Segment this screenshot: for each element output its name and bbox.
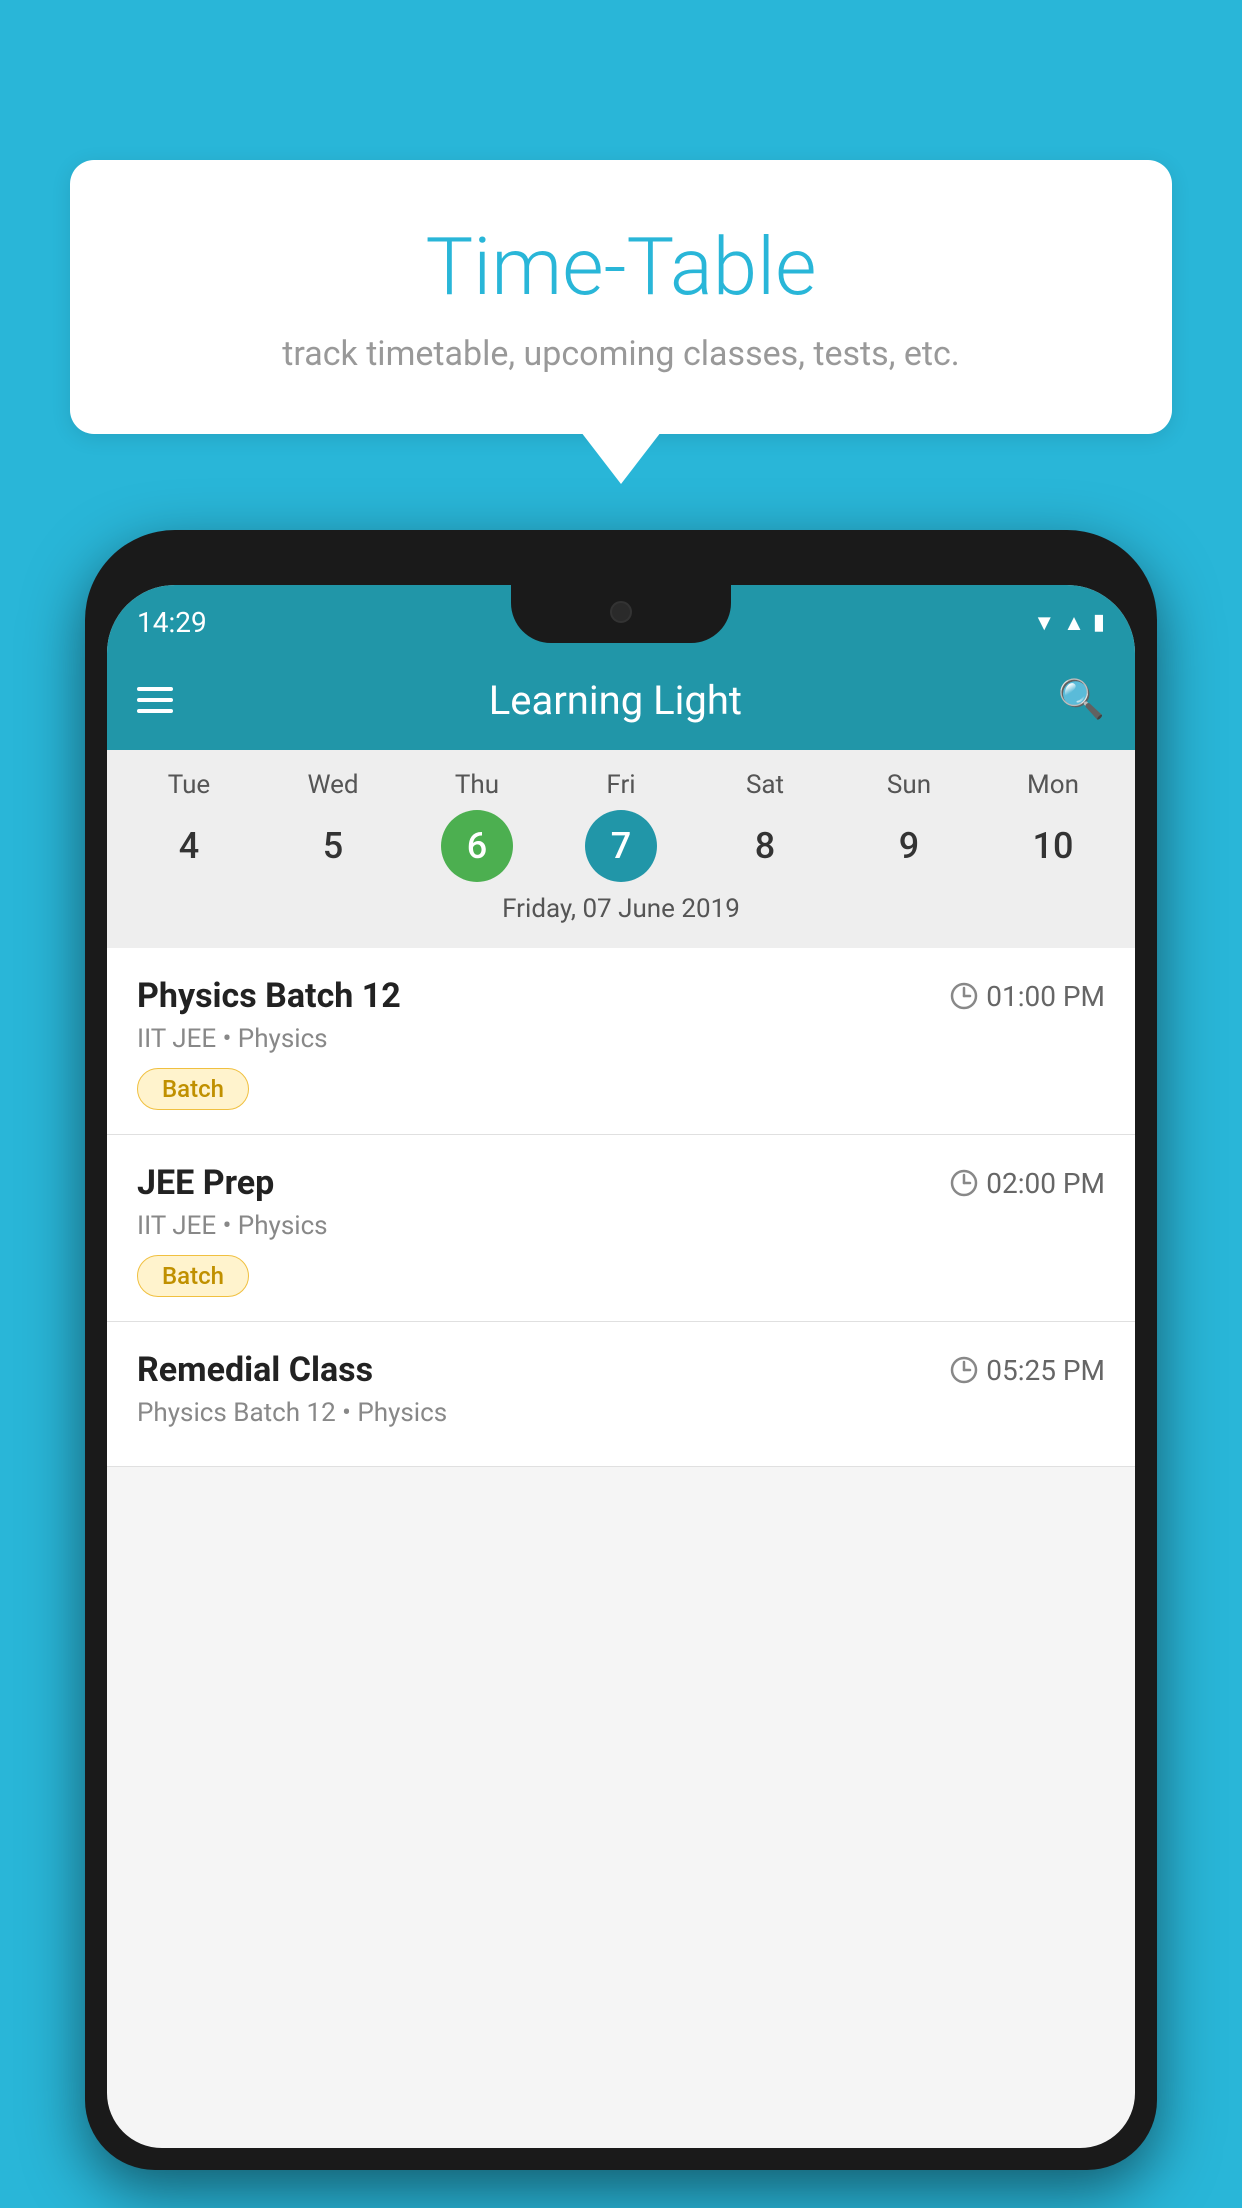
clock-icon-3 <box>950 1356 978 1384</box>
wifi-icon: ▼ <box>1033 610 1055 636</box>
schedule-item-3-name: Remedial Class <box>137 1350 373 1390</box>
app-bar: Learning Light 🔍 <box>107 650 1135 750</box>
battery-icon: ▮ <box>1093 610 1105 635</box>
day-8[interactable]: 8 <box>693 810 837 882</box>
clock-icon-2 <box>950 1169 978 1197</box>
day-label-wed: Wed <box>261 770 405 800</box>
schedule-item-1-header: Physics Batch 12 01:00 PM <box>137 976 1105 1016</box>
schedule-item-2-badge: Batch <box>137 1255 249 1297</box>
day-label-tue: Tue <box>117 770 261 800</box>
page-title: Time-Table <box>110 220 1132 314</box>
schedule-item-2-sub: IIT JEE • Physics <box>137 1211 1105 1241</box>
page-subtitle: track timetable, upcoming classes, tests… <box>110 334 1132 374</box>
day-labels-row: Tue Wed Thu Fri Sat Sun Mon <box>117 770 1125 800</box>
schedule-item-2[interactable]: JEE Prep 02:00 PM IIT JEE • Physics Batc… <box>107 1135 1135 1322</box>
day-6-today[interactable]: 6 <box>441 810 513 882</box>
status-icons: ▼ ▲ ▮ <box>1033 610 1105 636</box>
phone-mockup: 14:29 ▼ ▲ ▮ Learning Light 🔍 <box>85 530 1157 2208</box>
app-bar-title: Learning Light <box>489 677 742 724</box>
schedule-item-1-name: Physics Batch 12 <box>137 976 401 1016</box>
search-button[interactable]: 🔍 <box>1058 678 1105 722</box>
day-7-selected[interactable]: 7 <box>585 810 657 882</box>
clock-icon-1 <box>950 982 978 1010</box>
hamburger-menu-button[interactable] <box>137 687 173 713</box>
day-label-sat: Sat <box>693 770 837 800</box>
speech-bubble-section: Time-Table track timetable, upcoming cla… <box>70 160 1172 434</box>
day-label-mon: Mon <box>981 770 1125 800</box>
schedule-item-2-name: JEE Prep <box>137 1163 274 1203</box>
day-9[interactable]: 9 <box>837 810 981 882</box>
day-label-thu: Thu <box>405 770 549 800</box>
front-camera <box>610 601 632 623</box>
day-4[interactable]: 4 <box>117 810 261 882</box>
schedule-item-1-sub: IIT JEE • Physics <box>137 1024 1105 1054</box>
schedule-item-3-time: 05:25 PM <box>950 1354 1105 1387</box>
schedule-item-2-time: 02:00 PM <box>950 1167 1105 1200</box>
day-5[interactable]: 5 <box>261 810 405 882</box>
speech-bubble: Time-Table track timetable, upcoming cla… <box>70 160 1172 434</box>
schedule-item-2-header: JEE Prep 02:00 PM <box>137 1163 1105 1203</box>
phone-frame: 14:29 ▼ ▲ ▮ Learning Light 🔍 <box>85 530 1157 2170</box>
status-time: 14:29 <box>137 606 207 639</box>
calendar-strip: Tue Wed Thu Fri Sat Sun Mon 4 5 6 7 8 9 … <box>107 750 1135 948</box>
phone-notch <box>511 585 731 643</box>
schedule-item-3-header: Remedial Class 05:25 PM <box>137 1350 1105 1390</box>
day-label-fri: Fri <box>549 770 693 800</box>
schedule-item-1[interactable]: Physics Batch 12 01:00 PM IIT JEE • Phys… <box>107 948 1135 1135</box>
day-label-sun: Sun <box>837 770 981 800</box>
schedule-item-3-sub: Physics Batch 12 • Physics <box>137 1398 1105 1428</box>
day-numbers-row: 4 5 6 7 8 9 10 <box>117 810 1125 882</box>
signal-icon: ▲ <box>1063 610 1085 636</box>
schedule-item-3[interactable]: Remedial Class 05:25 PM Physics Batch 12… <box>107 1322 1135 1467</box>
schedule-item-1-time: 01:00 PM <box>950 980 1105 1013</box>
phone-screen: 14:29 ▼ ▲ ▮ Learning Light 🔍 <box>107 585 1135 2148</box>
schedule-list: Physics Batch 12 01:00 PM IIT JEE • Phys… <box>107 948 1135 1467</box>
day-10[interactable]: 10 <box>981 810 1125 882</box>
current-date-label: Friday, 07 June 2019 <box>117 894 1125 938</box>
schedule-item-1-badge: Batch <box>137 1068 249 1110</box>
